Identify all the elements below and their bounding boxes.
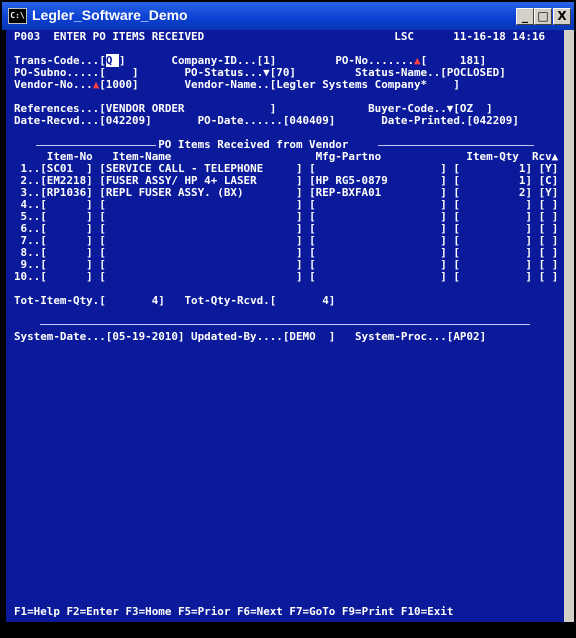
window-bottom-edge <box>6 622 574 636</box>
vendor-no-field[interactable]: [1000] <box>99 78 138 91</box>
rcv-cell[interactable]: [ ] <box>532 270 559 283</box>
totals-row: Tot-Item-Qty.[ 4] Tot-Qty-Rcvd.[ 4] <box>14 294 336 307</box>
mfg-partno-cell[interactable]: [ ] <box>303 270 447 283</box>
item-qty-cell[interactable]: [ ] <box>447 270 532 283</box>
updated-by-value: [DEMO ] <box>282 330 336 343</box>
title-bar[interactable]: C:\ Legler_Software_Demo _ □ X <box>2 2 574 30</box>
po-date-field[interactable]: [040409] <box>283 114 335 127</box>
form-row-3: Vendor-No...▲[1000] Vendor-Name..[Legler… <box>14 78 460 91</box>
function-key-f10[interactable]: F10=Exit <box>394 605 453 618</box>
table-row: 10..[ ] [ ] [ ] [ ] [ ] <box>14 270 559 283</box>
console-window: C:\ Legler_Software_Demo _ □ X P003 ENTE… <box>0 0 576 638</box>
function-key-f6[interactable]: F6=Next <box>230 605 283 618</box>
close-button[interactable]: X <box>553 8 571 25</box>
item-name-cell[interactable]: [ ] <box>93 270 302 283</box>
system-proc-value: [AP02] <box>446 330 487 343</box>
maximize-button[interactable]: □ <box>534 8 552 25</box>
vertical-scrollbar[interactable] <box>564 30 574 622</box>
vendor-name-value: [Legler Systems Company* ] <box>269 78 460 91</box>
minimize-button[interactable]: _ <box>516 8 534 25</box>
function-key-f2[interactable]: F2=Enter <box>60 605 118 618</box>
function-key-bar: F1=Help F2=Enter F3=Home F5=Prior F6=Nex… <box>14 606 453 618</box>
window-title: Legler_Software_Demo <box>32 7 188 23</box>
item-no-cell[interactable]: [ ] <box>40 270 92 283</box>
terminal-screen[interactable]: P003 ENTER PO ITEMS RECEIVED LSC 11-16-1… <box>6 30 564 622</box>
function-key-f7[interactable]: F7=GoTo <box>283 605 335 618</box>
system-info-row: System-Date...[05-19-2010] Updated-By...… <box>14 330 487 343</box>
screen-header: P003 ENTER PO ITEMS RECEIVED LSC 11-16-1… <box>14 30 546 43</box>
console-icon[interactable]: C:\ <box>8 8 27 24</box>
date-printed-field[interactable]: [042209] <box>466 114 518 127</box>
function-key-f3[interactable]: F3=Home <box>119 605 171 618</box>
tot-item-qty-value: [ 4] <box>99 294 165 307</box>
function-key-f9[interactable]: F9=Print <box>335 605 394 618</box>
date-recvd-field[interactable]: [042209] <box>99 114 151 127</box>
function-key-f1[interactable]: F1=Help <box>14 605 60 618</box>
form-row-5: Date-Recvd...[042209] PO-Date......[0404… <box>14 114 519 127</box>
table-rule-right <box>378 145 534 146</box>
footer-rule <box>40 324 530 325</box>
system-date-value: [05-19-2010] <box>105 330 185 343</box>
function-key-f5[interactable]: F5=Prior <box>171 605 230 618</box>
tot-qty-rcvd-value: [ 4] <box>269 294 336 307</box>
